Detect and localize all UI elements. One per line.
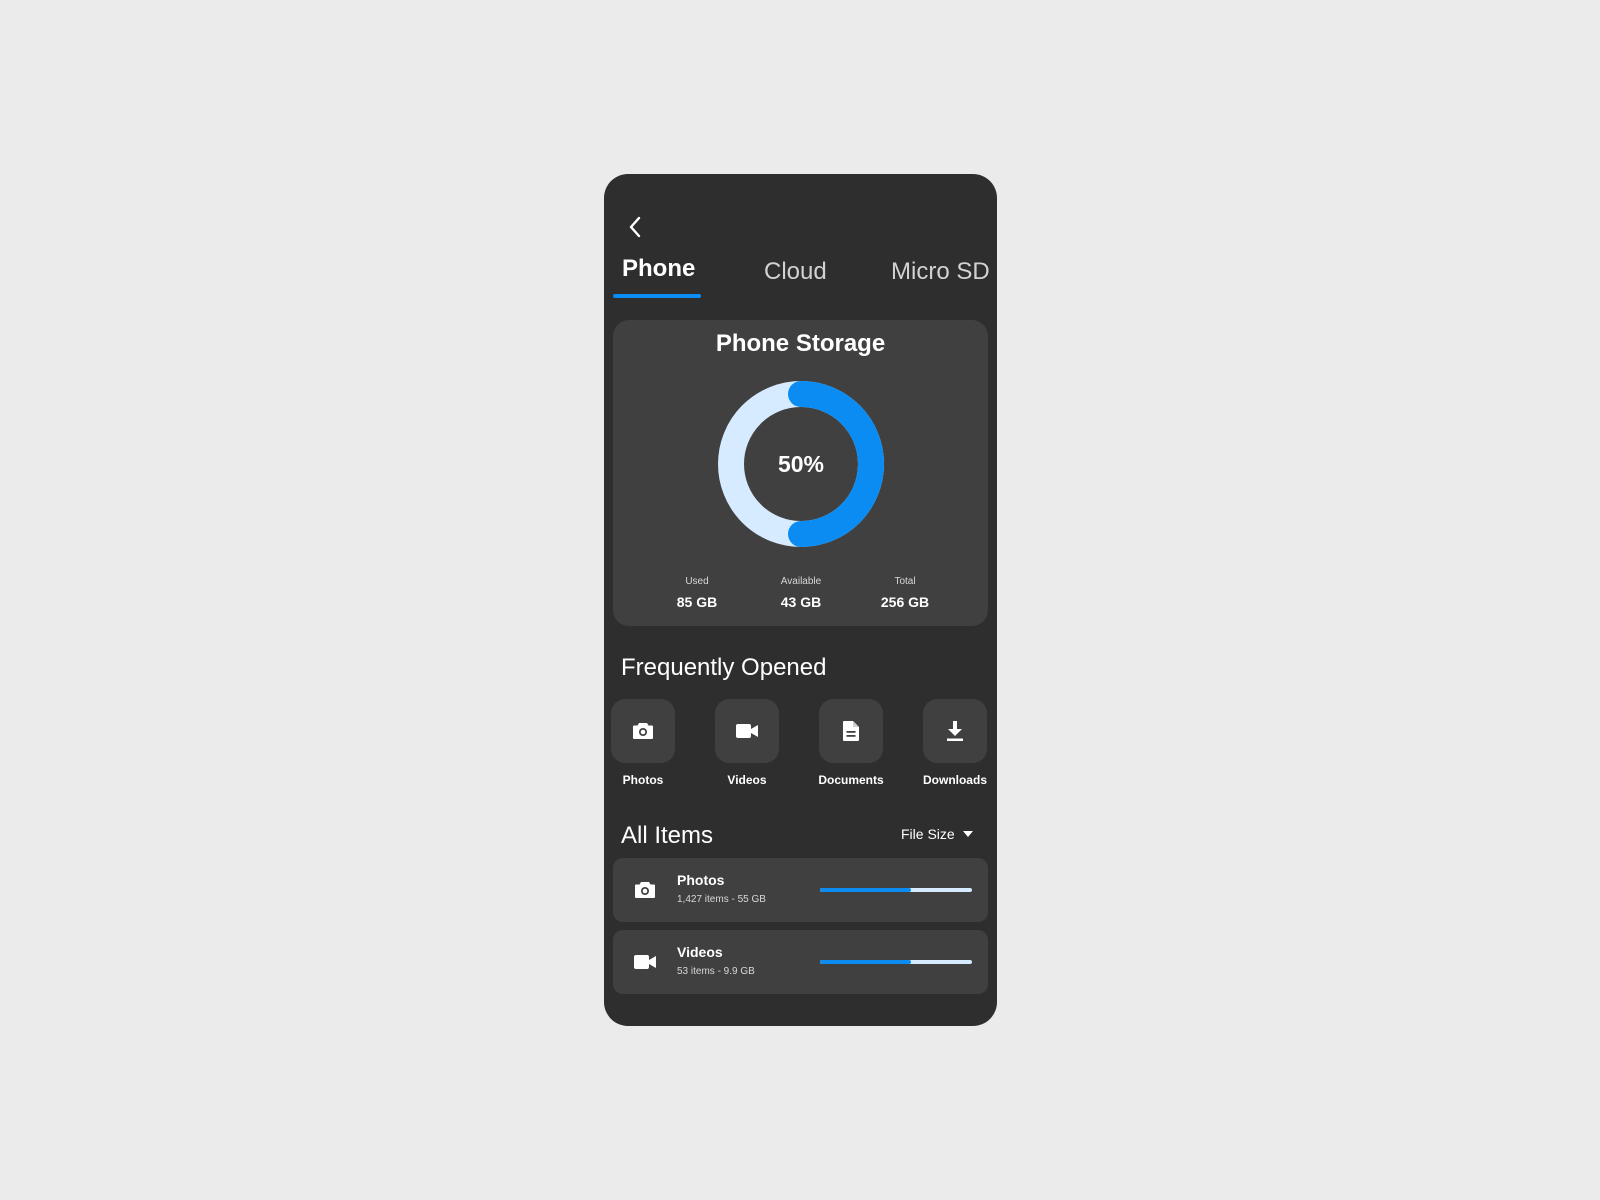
- stat-label: Total: [894, 576, 916, 587]
- frequent-tile: [715, 699, 779, 763]
- video-camera-icon: [736, 724, 758, 738]
- frequent-label: Videos: [727, 773, 767, 787]
- stat-value: 256 GB: [880, 594, 930, 610]
- list-item-name: Videos: [677, 944, 723, 960]
- stat-used: Used 85 GB: [647, 576, 747, 610]
- frequent-tile: [819, 699, 883, 763]
- list-item-videos[interactable]: Videos 53 items - 9.9 GB: [613, 930, 988, 994]
- tab-cloud[interactable]: Cloud: [764, 258, 827, 286]
- list-item-meta: 1,427 items - 55 GB: [677, 894, 766, 905]
- camera-icon: [633, 723, 653, 739]
- usage-bar: [820, 960, 972, 964]
- frequent-label: Documents: [818, 773, 884, 787]
- storage-tabs: Phone Cloud Micro SD: [604, 255, 997, 298]
- frequent-label: Downloads: [922, 773, 987, 787]
- active-tab-indicator: [613, 294, 701, 298]
- list-item-photos[interactable]: Photos 1,427 items - 55 GB: [613, 858, 988, 922]
- frequent-photos[interactable]: Photos: [608, 699, 678, 787]
- tab-micro-sd[interactable]: Micro SD: [891, 258, 990, 286]
- camera-icon: [635, 882, 655, 898]
- frequent-tile: [611, 699, 675, 763]
- list-icon: [633, 878, 657, 902]
- storage-stats: Used 85 GB Available 43 GB Total 256 GB: [613, 576, 988, 616]
- sort-label: File Size: [901, 826, 955, 842]
- frequent-label: Photos: [622, 773, 664, 787]
- stat-label: Available: [780, 576, 822, 587]
- stat-value: 85 GB: [676, 594, 718, 610]
- tab-phone[interactable]: Phone: [622, 255, 695, 283]
- sort-dropdown[interactable]: File Size: [901, 826, 973, 842]
- usage-bar-fill: [820, 888, 912, 892]
- chevron-left-icon: [629, 216, 641, 238]
- usage-bar-fill: [820, 960, 912, 964]
- stat-label: Used: [685, 576, 709, 587]
- frequent-documents[interactable]: Documents: [816, 699, 886, 787]
- list-icon: [633, 950, 657, 974]
- list-item-meta: 53 items - 9.9 GB: [677, 966, 755, 977]
- stat-available: Available 43 GB: [751, 576, 851, 610]
- video-camera-icon: [634, 955, 656, 969]
- list-item-name: Photos: [677, 872, 725, 888]
- document-icon: [843, 721, 859, 741]
- frequently-opened-title: Frequently Opened: [621, 654, 827, 681]
- stat-value: 43 GB: [780, 594, 822, 610]
- frequent-videos[interactable]: Videos: [712, 699, 782, 787]
- phone-screen: Phone Cloud Micro SD Phone Storage 50% U…: [604, 174, 997, 1026]
- storage-percent: 50%: [777, 450, 825, 477]
- download-icon: [947, 721, 963, 741]
- all-items-title: All Items: [621, 822, 714, 849]
- usage-bar: [820, 888, 972, 892]
- frequent-downloads[interactable]: Downloads: [920, 699, 990, 787]
- stat-total: Total 256 GB: [855, 576, 955, 610]
- storage-card: Phone Storage 50% Used 85 GB Available 4…: [613, 320, 988, 626]
- back-button[interactable]: [622, 214, 648, 240]
- storage-title: Phone Storage: [715, 330, 886, 357]
- caret-down-icon: [962, 831, 973, 837]
- frequent-tile: [923, 699, 987, 763]
